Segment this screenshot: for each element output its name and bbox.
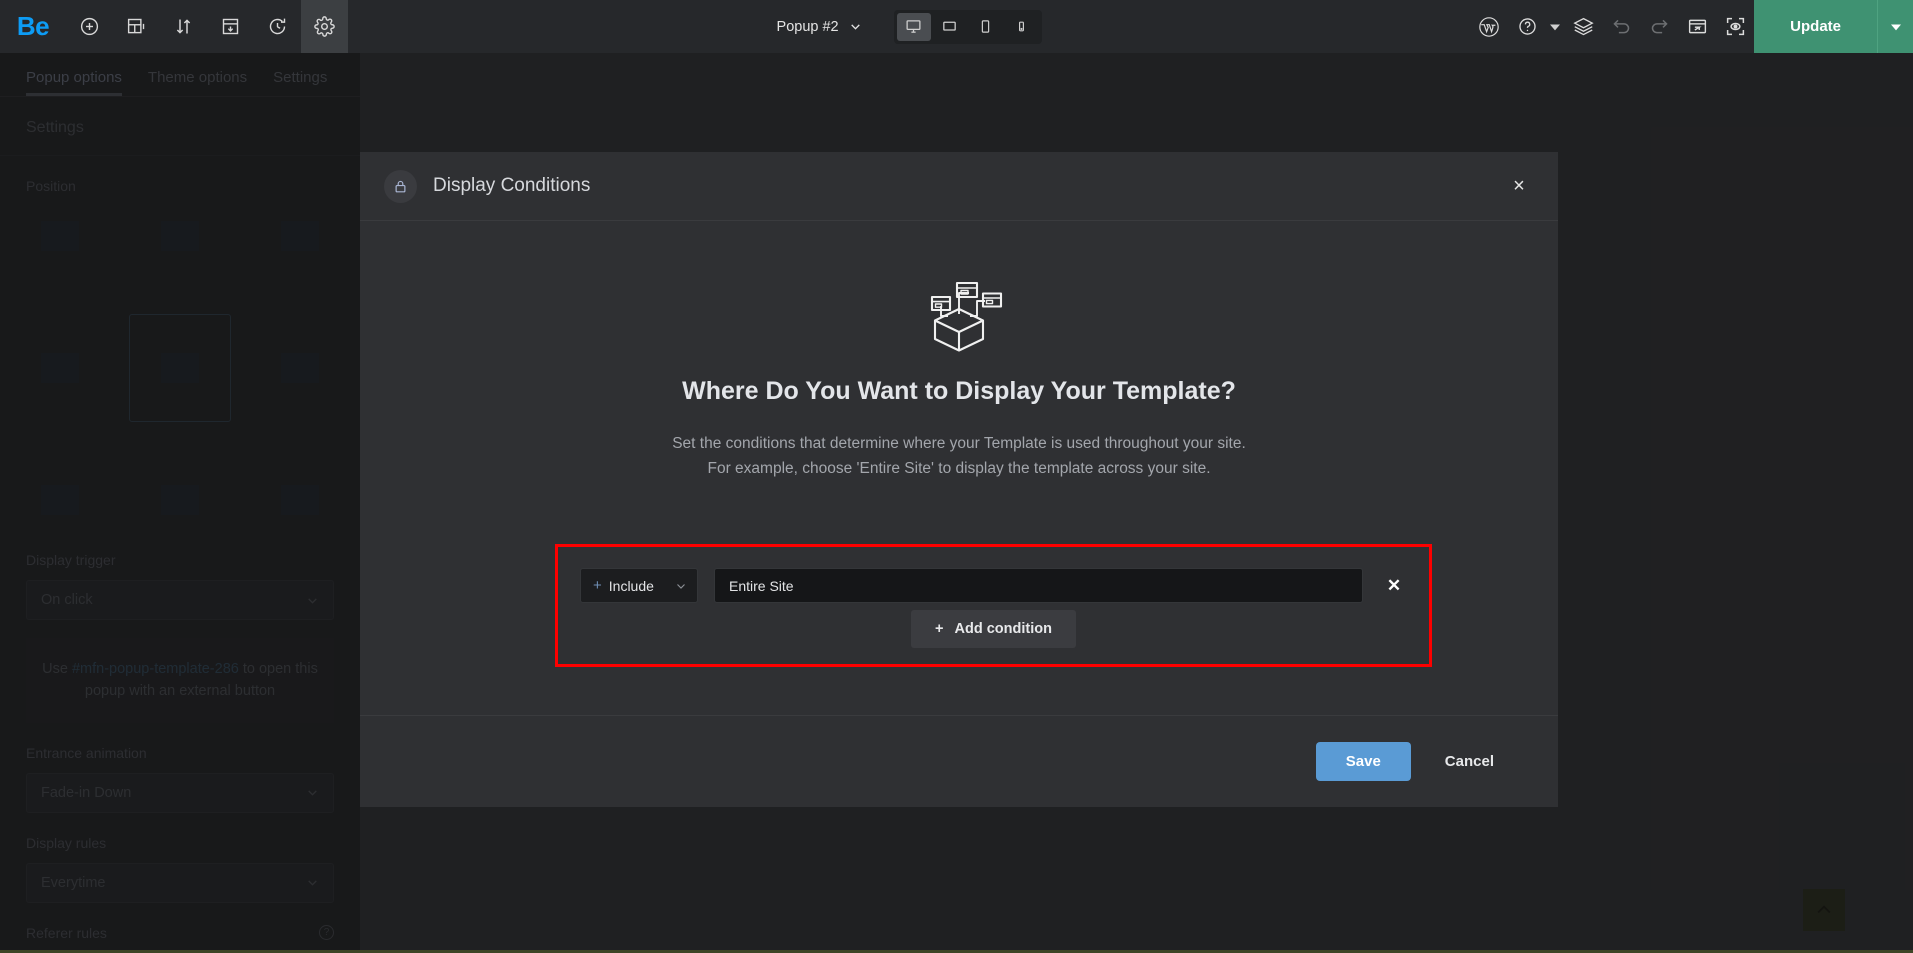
- modal-body: Where Do You Want to Display Your Templa…: [360, 221, 1558, 715]
- include-plus-icon: +: [593, 577, 602, 594]
- redo-icon[interactable]: [1640, 0, 1678, 53]
- condition-target-value: Entire Site: [729, 577, 794, 594]
- update-button[interactable]: Update: [1754, 0, 1877, 53]
- template-sitemap-illustration-icon: [360, 273, 1558, 355]
- preview-icon[interactable]: [1716, 0, 1754, 53]
- device-preview-group: [893, 9, 1042, 44]
- gear-icon[interactable]: [301, 0, 348, 53]
- modal-heading: Where Do You Want to Display Your Templa…: [682, 377, 1236, 405]
- plus-icon: +: [935, 621, 944, 637]
- modal-hero: Where Do You Want to Display Your Templa…: [360, 221, 1558, 482]
- conditions-highlight-region: + Include Entire Site ✕ + Add condition: [555, 544, 1432, 667]
- save-button[interactable]: Save: [1315, 742, 1411, 781]
- undo-icon[interactable]: [1602, 0, 1640, 53]
- cancel-button[interactable]: Cancel: [1423, 742, 1516, 781]
- modal-description-line-2: For example, choose 'Entire Site' to dis…: [707, 459, 1211, 477]
- betheme-logo[interactable]: Be: [0, 0, 66, 53]
- toolbar-center-group: Popup #2: [348, 0, 1470, 53]
- help-caret-icon[interactable]: [1546, 0, 1564, 53]
- chevron-down-icon: [677, 583, 685, 589]
- history-icon[interactable]: [254, 0, 301, 53]
- modal-title: Display Conditions: [433, 175, 591, 196]
- add-condition-wrap: + Add condition: [558, 610, 1429, 648]
- desktop-icon[interactable]: [896, 12, 931, 41]
- add-section-icon[interactable]: [113, 0, 160, 53]
- condition-row: + Include Entire Site ✕: [558, 547, 1429, 603]
- condition-type-select[interactable]: + Include: [580, 568, 698, 603]
- help-icon[interactable]: [1508, 0, 1546, 53]
- display-conditions-modal: Display Conditions × Where Do You Want t…: [360, 152, 1558, 807]
- layers-icon[interactable]: [1564, 0, 1602, 53]
- condition-target-input[interactable]: Entire Site: [714, 568, 1363, 603]
- document-title-label: Popup #2: [776, 18, 839, 35]
- modal-header: Display Conditions ×: [360, 152, 1558, 221]
- responsive-preview-icon[interactable]: [1678, 0, 1716, 53]
- close-icon[interactable]: ×: [1504, 171, 1534, 201]
- chevron-down-icon: [850, 24, 860, 30]
- toolbar-right-group: Update: [1470, 0, 1913, 53]
- modal-footer: Save Cancel: [360, 715, 1558, 807]
- add-condition-label: Add condition: [954, 621, 1052, 637]
- add-element-icon[interactable]: [66, 0, 113, 53]
- templates-icon[interactable]: [207, 0, 254, 53]
- update-options-caret-icon[interactable]: [1877, 0, 1913, 53]
- remove-condition-icon[interactable]: ✕: [1381, 573, 1407, 599]
- condition-type-value: Include: [608, 577, 654, 594]
- add-condition-button[interactable]: + Add condition: [911, 610, 1076, 648]
- laptop-icon[interactable]: [933, 13, 967, 41]
- toolbar-left-group: Be: [0, 0, 348, 53]
- modal-description-line-1: Set the conditions that determine where …: [672, 435, 1246, 452]
- top-toolbar: Be Popup #2 Update: [0, 0, 1913, 53]
- wordpress-icon[interactable]: [1470, 0, 1508, 53]
- mobile-icon[interactable]: [1005, 13, 1039, 41]
- document-title-dropdown[interactable]: Popup #2: [777, 19, 862, 35]
- tablet-icon[interactable]: [969, 13, 1003, 41]
- lock-icon: [384, 169, 417, 203]
- reorder-icon[interactable]: [160, 0, 207, 53]
